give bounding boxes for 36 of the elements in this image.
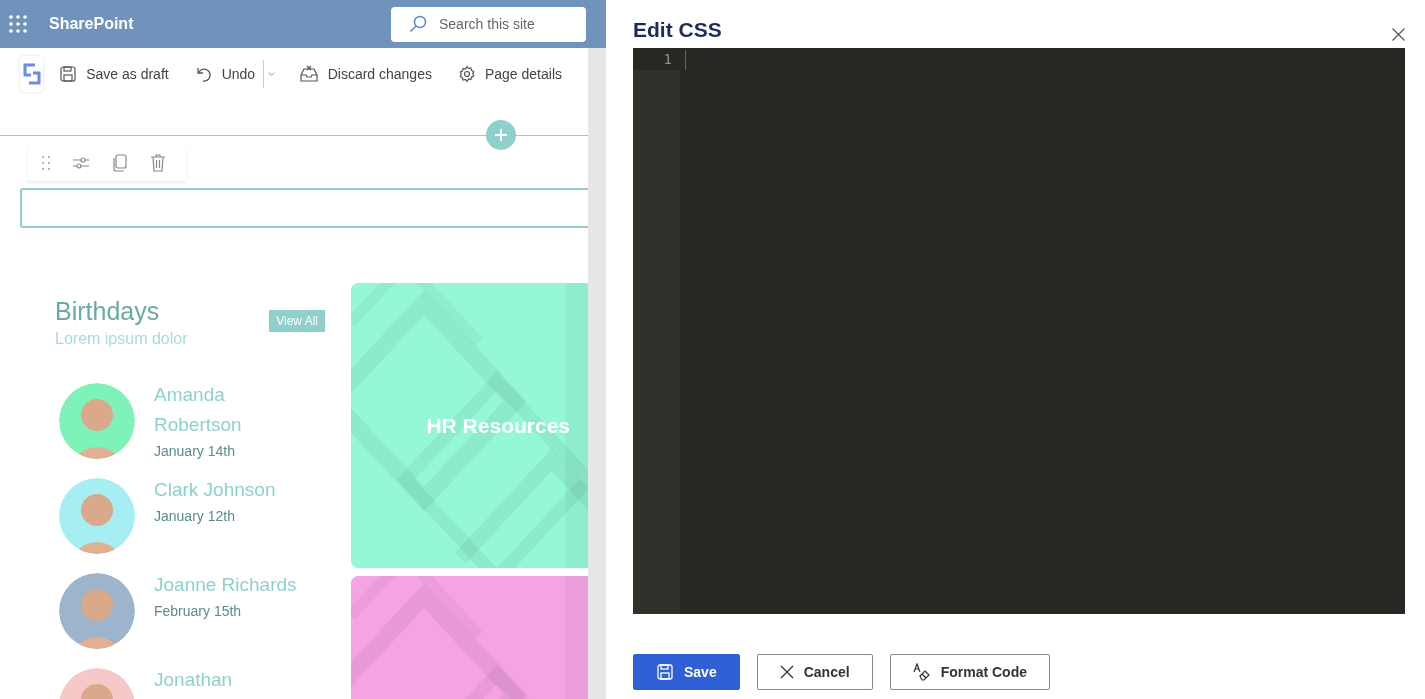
format-icon (912, 663, 931, 681)
discard-icon (298, 65, 319, 83)
birthday-date: February 15th (154, 603, 243, 619)
drag-handle-icon[interactable] (42, 156, 50, 170)
search-field[interactable]: Search this site (391, 6, 586, 42)
toolbar-button[interactable]: Discard changes (298, 65, 432, 83)
format-code-button[interactable]: Format Code (889, 654, 1050, 690)
search-icon (409, 15, 427, 33)
toolbar-button[interactable]: Undo (194, 65, 256, 83)
toolbar-button[interactable]: Save as draft (59, 65, 169, 83)
panel-title: Edit CSS (633, 18, 722, 42)
web-part-frame[interactable] (20, 188, 588, 228)
add-section-button[interactable] (486, 120, 516, 150)
delete-icon[interactable] (150, 154, 166, 172)
line-number: 1 (633, 48, 680, 70)
birthday-date: January 14th (154, 443, 236, 459)
save-button[interactable]: Save (633, 654, 740, 690)
tile-title: HR Resources (426, 413, 570, 438)
close-icon (779, 665, 794, 679)
section-subtitle: Lorem ipsum dolor (55, 330, 188, 348)
save-icon (59, 65, 78, 83)
sliders-icon[interactable] (72, 156, 90, 170)
undo-icon (194, 65, 213, 83)
settings-icon (457, 65, 476, 83)
copy-icon[interactable] (112, 154, 128, 172)
app-launcher-icon[interactable] (9, 15, 27, 33)
cancel-button[interactable]: Cancel (756, 654, 873, 690)
section-title: Birthdays (55, 297, 161, 326)
save-icon (656, 663, 674, 681)
toolbar-button[interactable]: Page details (457, 65, 562, 83)
caret-icon[interactable] (267, 71, 275, 77)
code-editor[interactable]: 1 (633, 48, 1405, 614)
app-name: SharePoint (49, 15, 135, 33)
birthday-date: January 12th (154, 508, 236, 524)
close-icon[interactable] (1392, 27, 1405, 41)
scrollbar[interactable] (588, 48, 606, 699)
